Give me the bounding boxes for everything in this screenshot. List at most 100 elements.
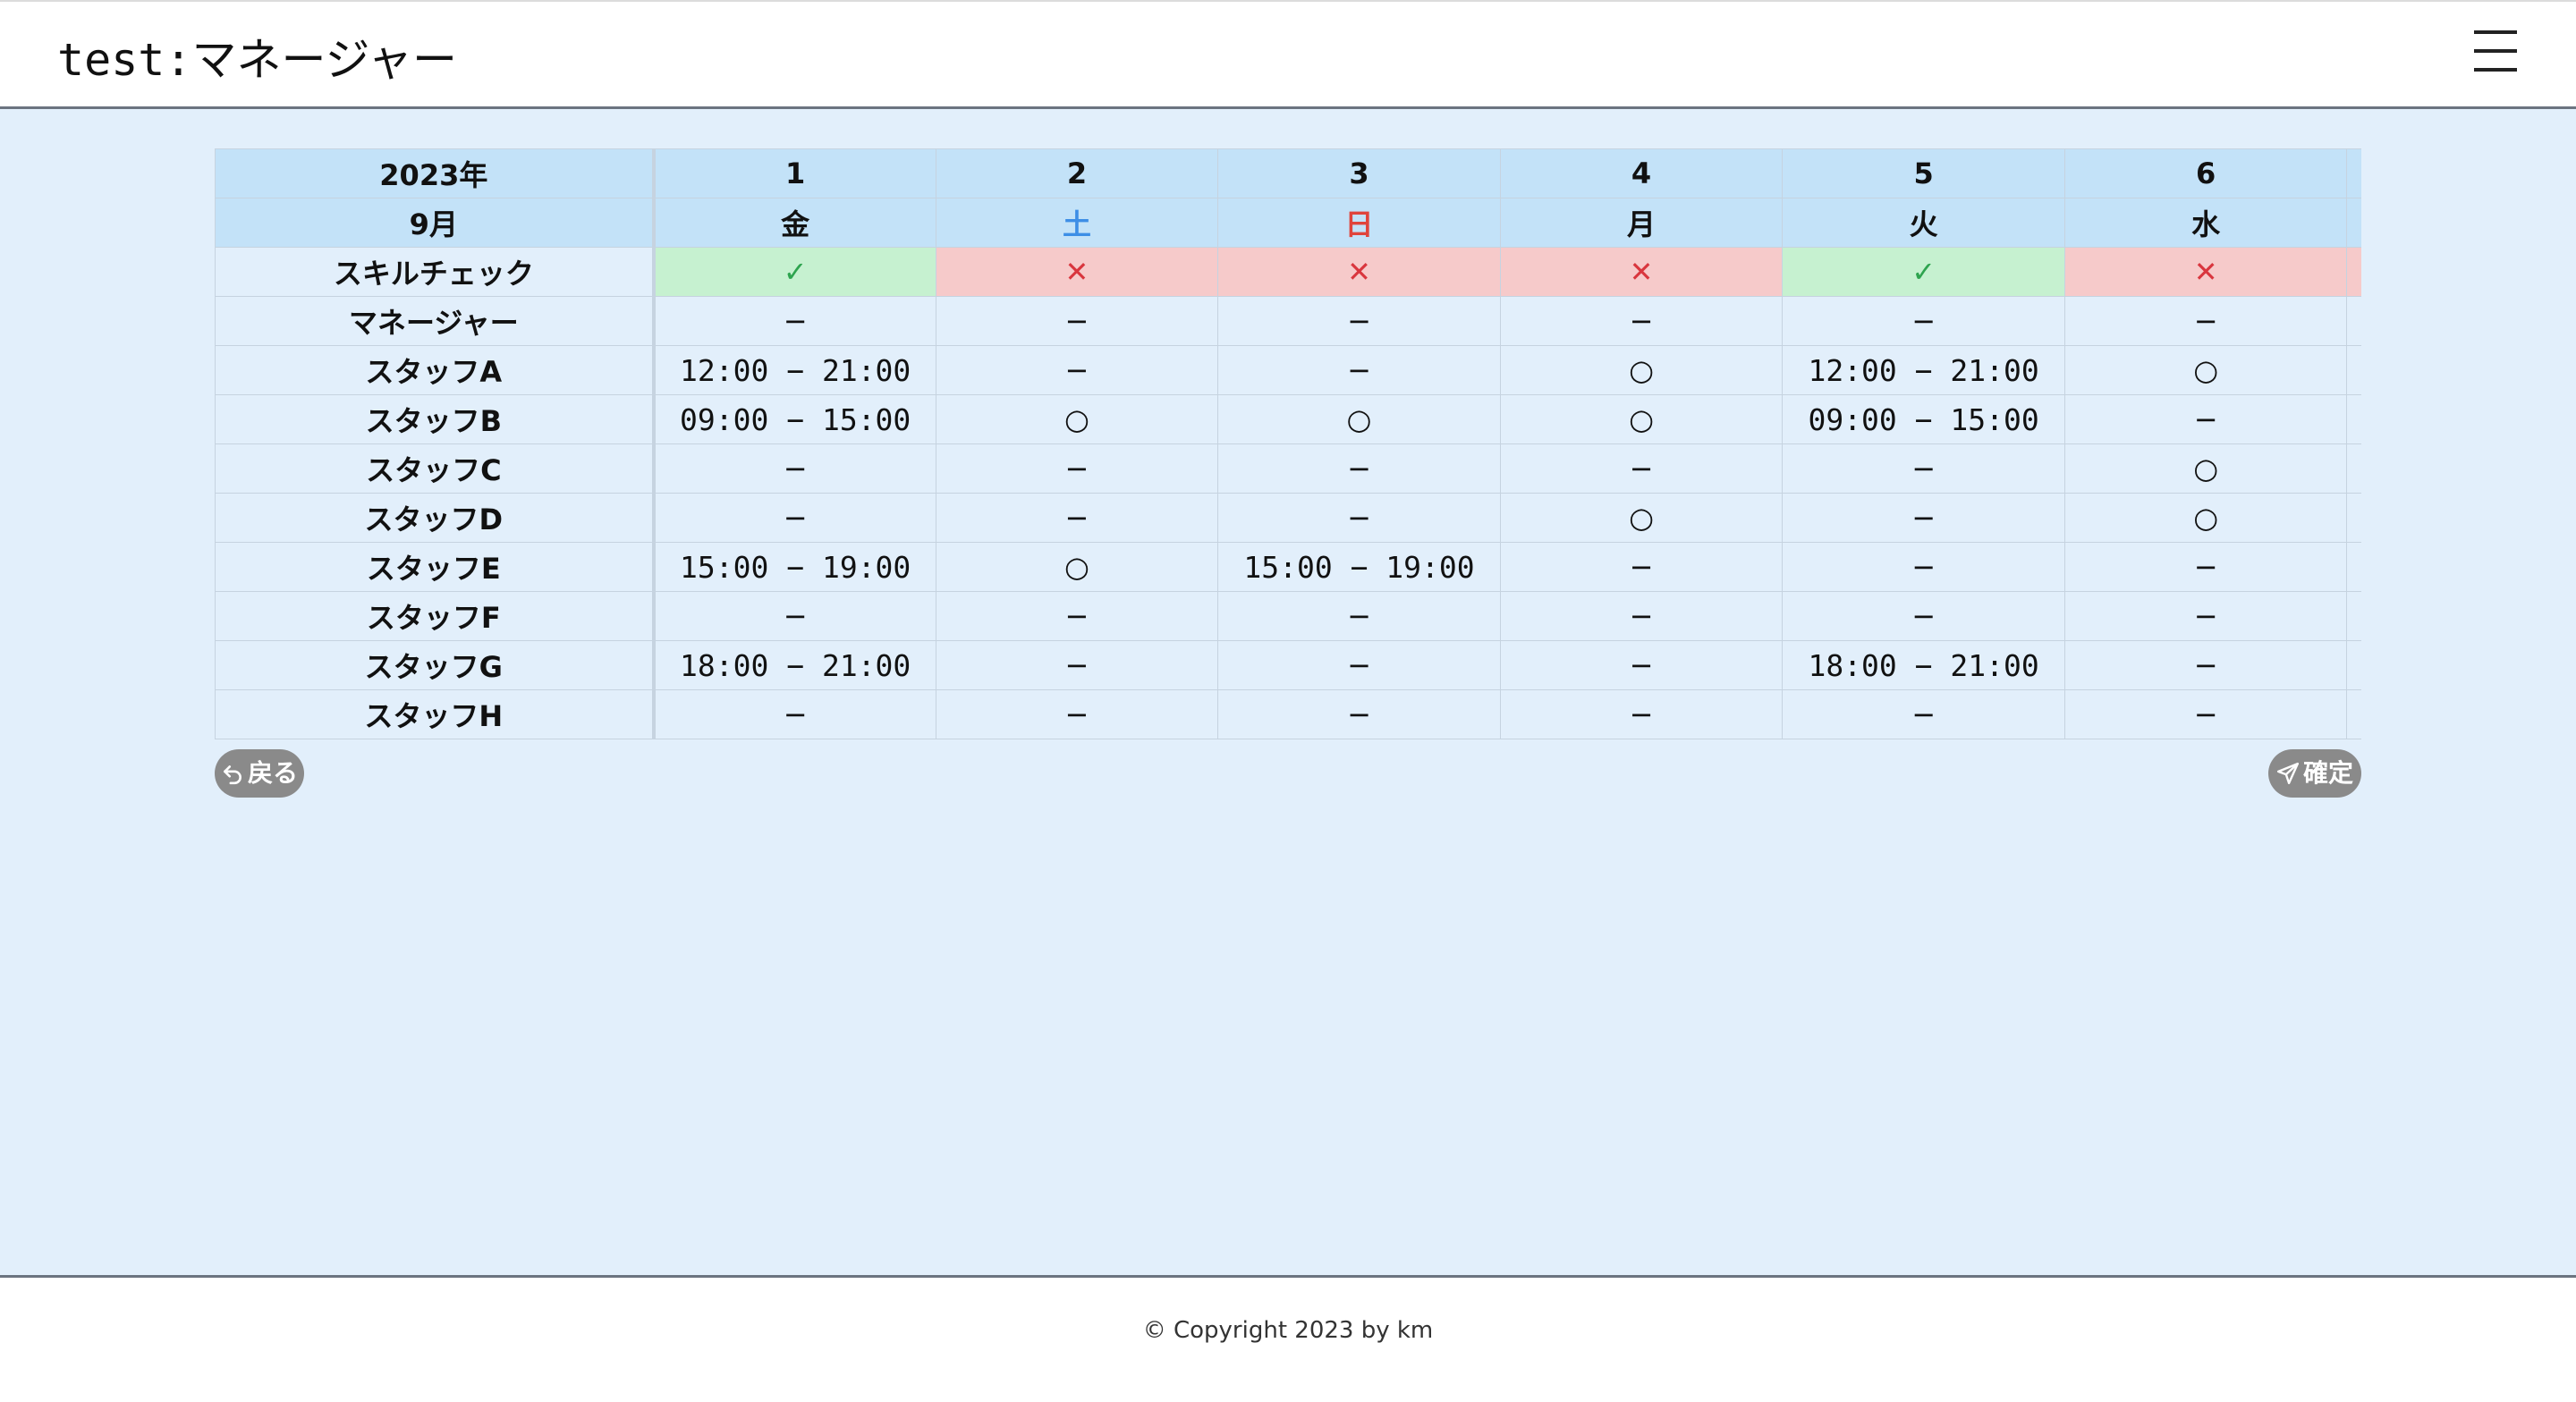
shift-cell[interactable]: − [653,443,936,494]
shift-cell[interactable] [2346,443,2361,494]
shift-cell[interactable]: 18:00 − 21:00 [1782,640,2065,690]
shift-cell[interactable]: − [653,493,936,543]
shift-cell[interactable]: − [1782,443,2065,494]
shift-cell[interactable]: − [653,591,936,641]
shift-cell[interactable]: − [1499,296,1784,346]
back-button[interactable]: 戻る [215,749,304,798]
staff-row: マネージャー − − − − − − [215,296,2361,346]
skill-check-ok-cell: ✓ [1782,247,2065,297]
shift-cell[interactable]: − [1782,689,2065,739]
skill-check-row: スキルチェック ✓ ✕ ✕ ✕ ✓ ✕ [215,247,2361,297]
shift-cell[interactable] [2346,689,2361,739]
shift-cell[interactable]: − [1782,493,2065,543]
shift-cell[interactable]: ○ [2063,345,2348,395]
shift-table-container[interactable]: 2023年 123456 9月 金土日月火水 スキルチェック ✓ ✕ ✕ ✕ ✓ ✕ マネ… [215,148,2361,739]
date-header-row: 2023年 123456 [215,148,2361,198]
shift-cell[interactable] [2346,296,2361,346]
shift-cell[interactable]: 15:00 − 19:00 [653,542,936,592]
shift-cell[interactable]: 09:00 − 15:00 [1782,394,2065,444]
shift-cell[interactable]: − [935,640,1219,690]
date-cell: 4 [1499,148,1784,198]
shift-cell[interactable]: ○ [935,542,1219,592]
staff-name-cell: スタッフD [215,493,656,543]
shift-cell[interactable]: − [2063,640,2348,690]
shift-cell[interactable]: − [1217,443,1501,494]
shift-cell[interactable]: − [2063,689,2348,739]
shift-cell[interactable] [2346,345,2361,395]
weekday-cell: 金 [653,198,936,248]
shift-cell[interactable]: − [1217,591,1501,641]
menu-button[interactable] [2470,29,2521,73]
shift-cell[interactable]: − [1782,591,2065,641]
shift-cell[interactable]: − [1499,542,1784,592]
shift-cell[interactable]: − [2063,394,2348,444]
shift-cell[interactable]: 12:00 − 21:00 [1782,345,2065,395]
staff-row: スタッフD − − − ○ − ○ [215,493,2361,543]
shift-cell[interactable]: − [1217,493,1501,543]
shift-cell[interactable] [2346,394,2361,444]
skill-check-ng-cell: ✕ [1499,247,1784,297]
shift-cell[interactable] [2346,591,2361,641]
shift-cell[interactable]: − [653,689,936,739]
confirm-button[interactable]: 確定 [2268,749,2361,798]
back-button-label: 戻る [247,758,298,788]
shift-cell[interactable]: − [935,689,1219,739]
shift-cell[interactable]: − [935,443,1219,494]
weekday-cell: 土 [935,198,1219,248]
app-title: test:マネージャー [57,34,458,86]
month-cell: 9月 [215,198,656,248]
weekday-cell: 月 [1499,198,1784,248]
shift-cell[interactable]: ○ [1217,394,1501,444]
shift-cell[interactable]: 09:00 − 15:00 [653,394,936,444]
shift-cell[interactable]: 15:00 − 19:00 [1217,542,1501,592]
staff-name-cell: スタッフE [215,542,656,592]
shift-cell[interactable]: ○ [2063,493,2348,543]
shift-cell[interactable]: − [1499,591,1784,641]
shift-cell[interactable]: − [1217,345,1501,395]
shift-cell[interactable]: − [1217,689,1501,739]
shift-cell[interactable]: − [1217,296,1501,346]
shift-cell[interactable]: − [1499,689,1784,739]
skill-check-ok-cell: ✓ [653,247,936,297]
skill-check-ng-cell: ✕ [2063,247,2348,297]
shift-cell[interactable]: − [2063,296,2348,346]
shift-cell[interactable]: − [1499,640,1784,690]
shift-cell[interactable]: − [2063,591,2348,641]
shift-cell[interactable]: − [1782,542,2065,592]
shift-cell[interactable]: − [2063,542,2348,592]
shift-cell[interactable]: − [935,296,1219,346]
shift-cell[interactable]: ○ [2063,443,2348,494]
weekday-cell: 火 [1782,198,2065,248]
skill-check-ng-cell: ✕ [1217,247,1501,297]
staff-name-cell: スタッフC [215,443,656,494]
shift-cell[interactable]: − [653,296,936,346]
shift-cell[interactable] [2346,542,2361,592]
shift-cell[interactable]: − [1217,640,1501,690]
skill-check-ng-cell [2346,247,2361,297]
staff-row: スタッフG 18:00 − 21:00− − −18:00 − 21:00− [215,640,2361,690]
date-cell: 2 [935,148,1219,198]
shift-cell[interactable]: 18:00 − 21:00 [653,640,936,690]
staff-name-cell: スタッフA [215,345,656,395]
weekday-cell: 水 [2063,198,2348,248]
staff-name-cell: スタッフF [215,591,656,641]
shift-cell[interactable]: − [1499,443,1784,494]
shift-cell[interactable] [2346,493,2361,543]
shift-cell[interactable]: ○ [1499,345,1784,395]
shift-cell[interactable]: − [1782,296,2065,346]
shift-cell[interactable]: − [935,345,1219,395]
year-cell: 2023年 [215,148,656,198]
shift-cell[interactable]: ○ [1499,394,1784,444]
weekday-header-row: 9月 金土日月火水 [215,198,2361,248]
date-cell: 3 [1217,148,1501,198]
undo-arrow-icon [224,765,242,785]
shift-cell[interactable]: ○ [935,394,1219,444]
confirm-button-label: 確定 [2302,758,2353,788]
shift-cell[interactable]: − [935,591,1219,641]
shift-cell[interactable]: ○ [1499,493,1784,543]
shift-cell[interactable]: − [935,493,1219,543]
staff-name-cell: マネージャー [215,296,656,346]
shift-cell[interactable] [2346,640,2361,690]
shift-cell[interactable]: 12:00 − 21:00 [653,345,936,395]
staff-row: スタッフE 15:00 − 19:00 ○ 15:00 − 19:00− − − [215,542,2361,592]
